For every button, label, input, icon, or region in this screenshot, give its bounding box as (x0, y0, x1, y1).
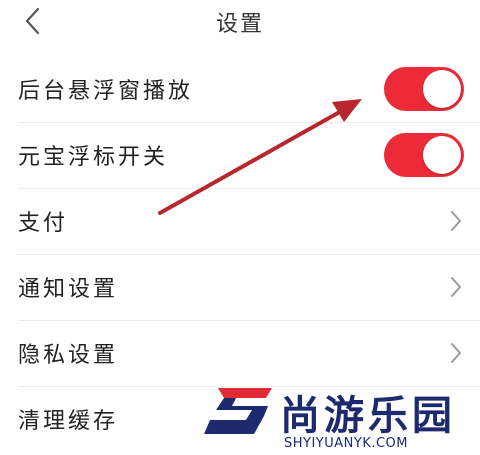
page-title: 设置 (215, 12, 264, 37)
watermark: 尚游乐园 SHYIYUANYK.COM (200, 383, 480, 455)
toggle-knob (423, 136, 461, 174)
settings-row-yuanbao-float: 元宝浮标开关 (0, 122, 480, 188)
toggle-knob (423, 70, 461, 108)
settings-row-notifications[interactable]: 通知设置 (0, 254, 480, 320)
settings-row-background-float-play: 后台悬浮窗播放 (0, 56, 480, 122)
chevron-right-icon (451, 211, 461, 231)
row-label: 隐私设置 (18, 343, 119, 368)
watermark-domain: SHYIYUANYK.COM (284, 436, 408, 451)
settings-row-privacy[interactable]: 隐私设置 (0, 320, 480, 386)
settings-row-payment[interactable]: 支付 (0, 188, 480, 254)
row-label: 支付 (18, 211, 69, 236)
chevron-right-icon (451, 277, 461, 297)
row-label: 后台悬浮窗播放 (18, 79, 194, 104)
row-label: 清理缓存 (18, 409, 119, 434)
row-label: 元宝浮标开关 (18, 145, 169, 170)
background-float-play-toggle[interactable] (384, 67, 464, 111)
header: 设置 (0, 0, 480, 42)
watermark-name: 尚游乐园 (280, 393, 456, 439)
chevron-right-icon (451, 343, 461, 363)
watermark-logo-icon (204, 388, 272, 434)
row-label: 通知设置 (18, 277, 119, 302)
yuanbao-float-toggle[interactable] (384, 133, 464, 177)
